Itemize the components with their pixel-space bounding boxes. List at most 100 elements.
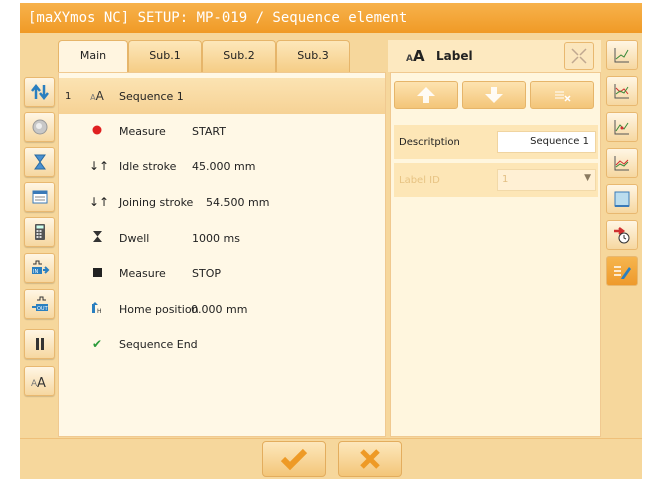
delete-row-icon [555,91,571,102]
measure-stop-icon [89,266,105,280]
sequence-row-sequence-end[interactable]: ✔ Sequence End [59,326,385,362]
digital-in-button[interactable]: IN [24,253,55,283]
chart-view-3-button[interactable] [606,112,638,142]
digital-out-button[interactable]: OUT [24,289,55,319]
element-properties-header: AA Label [388,40,601,72]
label-id-select[interactable]: 1 ▼ [497,169,596,191]
window-title: [maXYmos NC] SETUP: MP-019 / Sequence el… [20,3,642,33]
confirm-button[interactable] [262,441,326,477]
right-toolbar [603,33,642,438]
hourglass-icon [33,154,46,170]
arrow-up-icon [417,87,435,103]
sort-arrows-icon [30,83,49,101]
joining-stroke-icon: ↓↑ [89,195,110,209]
collapse-arrows-icon [571,48,587,64]
sequence-row-measure-stop[interactable]: Measure STOP [59,255,385,291]
sequence-list: 1 AA Sequence 1 Measure START ↓↑ Idle st… [58,72,386,437]
cancel-button[interactable] [338,441,402,477]
chart-icon [614,156,629,171]
sequence-row-home-position[interactable]: H Home position 0.000 mm [59,291,385,327]
chart-view-2-button[interactable] [606,76,638,106]
measure-start-icon [89,124,105,138]
label-element-button[interactable]: AA [24,366,55,396]
label-icon: AA [90,89,104,103]
delete-element-button[interactable] [530,81,594,109]
row-name: Joining stroke [119,195,194,209]
chart-icon [614,48,629,63]
chart-icon [614,84,629,99]
measure-circle-icon [32,119,47,135]
timer-arrow-icon [614,227,630,244]
chart-icon [614,120,629,135]
properties-title: Label [436,49,473,63]
row-name: Measure [119,266,166,280]
row-name: Sequence 1 [119,89,184,103]
label-id-label: Label ID [399,175,440,186]
row-value: START [192,124,226,138]
edit-sequence-button[interactable] [606,256,638,286]
svg-text:H: H [97,308,102,314]
signal-in-icon: IN [31,260,49,275]
svg-text:A: A [37,376,46,391]
sequence-row-label[interactable]: 1 AA Sequence 1 [59,78,385,114]
svg-text:OUT: OUT [37,306,49,312]
measure-element-button[interactable] [24,112,55,142]
signal-out-icon: OUT [31,296,49,312]
home-position-icon: H [89,301,105,317]
description-row: Descritption Sequence 1 [394,125,598,159]
row-name: Dwell [119,231,150,245]
arrow-down-icon [485,87,503,103]
move-up-button[interactable] [394,81,458,109]
tab-sub2[interactable]: Sub.2 [202,40,276,72]
idle-stroke-icon: ↓↑ [89,159,110,173]
label-icon: AA [31,376,46,391]
move-down-button[interactable] [462,81,526,109]
sequence-row-joining-stroke[interactable]: ↓↑ Joining stroke 54.500 mm [59,184,385,220]
svg-text:IN: IN [33,269,38,275]
sequence-row-dwell[interactable]: Dwell 1000 ms [59,220,385,256]
row-value: 54.500 mm [206,195,270,209]
pause-button[interactable] [24,329,55,359]
label-icon: AA [406,47,425,65]
close-icon [360,449,380,469]
label-id-value: 1 [502,174,509,185]
tab-main[interactable]: Main [58,40,128,73]
timer-button[interactable] [606,220,638,250]
row-value: STOP [192,266,221,280]
chart-view-4-button[interactable] [606,148,638,178]
left-toolbar: IN OUT AA [20,33,60,438]
pause-icon [35,338,44,350]
row-name: Idle stroke [119,159,177,173]
calculator-icon [34,224,45,240]
row-number: 1 [65,90,72,102]
tab-sub1[interactable]: Sub.1 [128,40,202,72]
description-input[interactable]: Sequence 1 [497,131,596,153]
sequence-row-measure-start[interactable]: Measure START [59,113,385,149]
dwell-icon [89,231,105,245]
window-element-button[interactable] [24,182,55,212]
label-id-row: Label ID 1 ▼ [394,163,598,197]
row-name: Home position [119,302,199,316]
tab-sub3[interactable]: Sub.3 [276,40,350,72]
row-value: 45.000 mm [192,159,256,173]
row-name: Sequence End [119,337,198,351]
row-name: Measure [119,124,166,138]
row-value: 1000 ms [192,231,240,245]
sequence-end-icon: ✔ [91,337,103,351]
window-icon [32,190,47,204]
row-value: 0.000 mm [191,302,248,316]
edit-list-icon [614,266,631,279]
chart-view-5-button[interactable] [606,184,638,214]
chart-view-1-button[interactable] [606,40,638,70]
dwell-element-button[interactable] [24,147,55,177]
chevron-down-icon: ▼ [584,173,591,183]
axis-icon [614,191,630,207]
bottom-bar [20,438,642,479]
description-label: Descritption [399,137,460,148]
element-properties-panel: Descritption Sequence 1 Label ID 1 ▼ [390,72,601,437]
calculator-button[interactable] [24,217,55,247]
checkmark-icon [280,448,308,471]
sort-sequence-button[interactable] [24,77,55,107]
collapse-button[interactable] [564,42,594,70]
sequence-row-idle-stroke[interactable]: ↓↑ Idle stroke 45.000 mm [59,148,385,184]
